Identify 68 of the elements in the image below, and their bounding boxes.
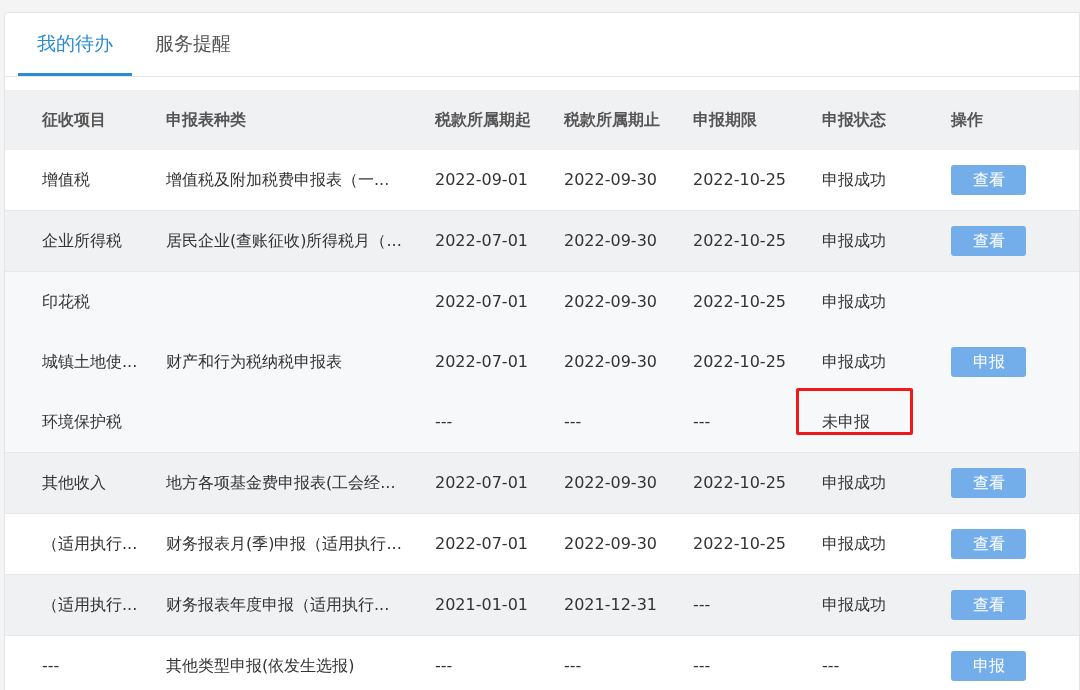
column-header: 征收项目 [42,109,107,131]
table-cell-text: 申报成功 [822,472,886,494]
table-cell-text: 2022-09-30 [564,472,657,494]
table-cell-text: 增值税 [42,169,90,191]
table-cell-text: 申报成功 [822,351,886,373]
action-button[interactable]: 申报 [951,347,1026,377]
table-cell-text: 企业所得税 [42,230,122,252]
table-cell-text: 财务报表年度申报（适用执行... [166,594,390,616]
column-header: 申报表种类 [166,109,247,131]
action-button[interactable]: 查看 [951,165,1026,195]
table-cell-text: 申报成功 [822,230,886,252]
action-button[interactable]: 查看 [951,468,1026,498]
table-cell-text: 2022-09-30 [564,533,657,555]
table-cell-text: 地方各项基金费申报表(工会经... [166,472,396,494]
column-header: 税款所属期止 [564,109,661,131]
table-cell-text: --- [693,594,711,616]
table-cell-text: --- [564,411,582,433]
column-header: 操作 [951,109,984,131]
action-button[interactable]: 查看 [951,529,1026,559]
column-header: 申报期限 [693,109,758,131]
table-cell-text: 2022-10-25 [693,472,786,494]
table-cell-text: 财务报表月(季)申报（适用执行... [166,533,402,555]
table-cell-text: 2022-09-30 [564,169,657,191]
table-cell-text: 2022-10-25 [693,351,786,373]
table-cell-text: （适用执行... [42,594,138,616]
table-cell-text: 2022-09-30 [564,351,657,373]
table-cell-text: --- [693,655,711,677]
table-cell-text: --- [693,411,711,433]
table-cell-text: 其他收入 [42,472,106,494]
table-cell-text: 未申报 [822,411,870,433]
table-cell-text: 2022-07-01 [435,533,528,555]
table-cell-text: 印花税 [42,291,90,313]
table-cell-text: 申报成功 [822,533,886,555]
table-cell-text: 2021-01-01 [435,594,528,616]
table-cell-text: --- [42,655,60,677]
table-cell-text: 申报成功 [822,594,886,616]
table-cell-text: 城镇土地使... [42,351,138,373]
table-cell-text: 2022-10-25 [693,230,786,252]
table-cell-text: 其他类型申报(依发生选报) [166,655,355,677]
table-cell-text: 2022-09-01 [435,169,528,191]
tab[interactable]: 服务提醒 [136,13,250,76]
table-cell-text: （适用执行... [42,533,138,555]
table-cell-text: 2021-12-31 [564,594,657,616]
action-button[interactable]: 申报 [951,651,1026,681]
table-cell-text: 2022-09-30 [564,230,657,252]
table-cell-text: --- [435,655,453,677]
table-cell-text: 2022-10-25 [693,533,786,555]
table-cell-text: 2022-09-30 [564,291,657,313]
table-cell-text: 2022-07-01 [435,230,528,252]
table-cell-text: 2022-07-01 [435,472,528,494]
table-cell-text: 增值税及附加税费申报表（一... [166,169,390,191]
table-cell-text: 申报成功 [822,291,886,313]
table-cell-text: --- [564,655,582,677]
action-button[interactable]: 查看 [951,590,1026,620]
table-cell-text: 2022-10-25 [693,291,786,313]
tab[interactable]: 我的待办 [18,13,132,76]
column-header: 申报状态 [822,109,887,131]
table-cell-text: --- [435,411,453,433]
table-cell-text: 2022-07-01 [435,351,528,373]
action-button[interactable]: 查看 [951,226,1026,256]
table-cell-text: --- [822,655,840,677]
table-cell-text: 环境保护税 [42,411,122,433]
table-cell-text: 申报成功 [822,169,886,191]
table-cell-text: 居民企业(查账征收)所得税月（... [166,230,402,252]
table-cell-text: 财产和行为税纳税申报表 [166,351,342,373]
column-header: 税款所属期起 [435,109,532,131]
table-cell-text: 2022-10-25 [693,169,786,191]
table-cell-text: 2022-07-01 [435,291,528,313]
